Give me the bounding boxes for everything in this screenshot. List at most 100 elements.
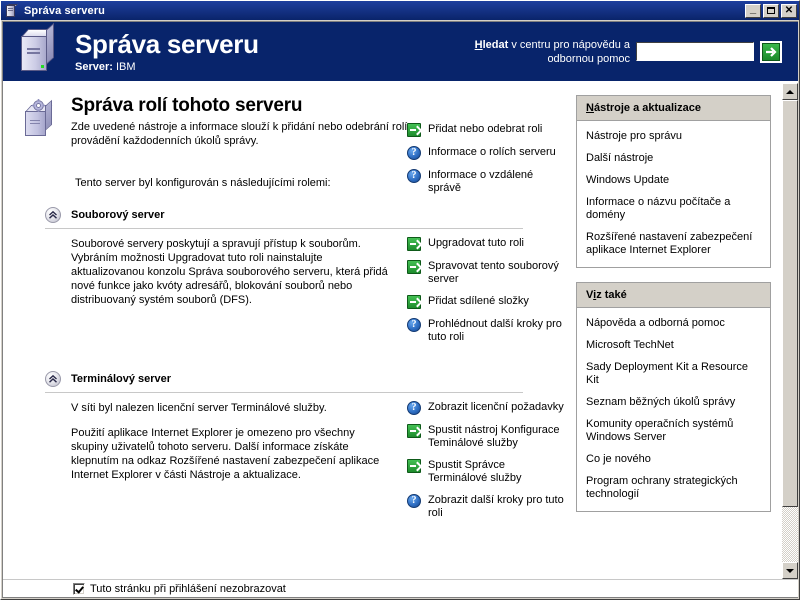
sidebar-link-help-and-support[interactable]: Nápověda a odborná pomoc [586,317,761,330]
panel-title-rest: ástroje a aktualizace [593,102,701,114]
panel-links: Nápověda a odborná pomoc Microsoft TechN… [577,308,770,511]
green-arrow-icon [407,237,421,251]
panel-title-rest: z také [596,289,627,301]
link-add-shared-folders[interactable]: Přidat sdílené složky [407,295,567,309]
window-server-icon [4,3,20,18]
sidebar-link-windows-server-communities[interactable]: Komunity operačních systémů Windows Serv… [586,418,761,444]
hide-page-at-logon-checkbox[interactable] [73,582,85,595]
role-links: Upgradovat tuto roli Spravovat tento sou… [407,237,567,353]
scroll-up-button[interactable] [782,83,798,100]
link-label[interactable]: Spustit nástroj Konfigurace Teminálové s… [428,424,567,450]
window-controls: _ ✕ [745,3,797,18]
search-accel-letter: H [474,38,483,51]
sidebar-link-windows-update[interactable]: Windows Update [586,174,761,187]
link-label[interactable]: Spustit Správce Terminálové služby [428,459,567,485]
link-upgrade-role[interactable]: Upgradovat tuto roli [407,237,567,251]
page-content: Správa rolí tohoto serveru Zde uvedené n… [3,83,781,579]
scroll-down-button[interactable] [782,562,798,579]
green-arrow-icon [762,42,780,61]
link-label[interactable]: Přidat nebo odebrat roli [428,123,542,136]
page-top-links: Přidat nebo odebrat roli ? Informace o r… [407,123,567,204]
page-title: Správa rolí tohoto serveru [71,95,303,116]
banner-titles: Správa serveru Server: IBM [75,30,259,74]
sidebar-link-ie-enhanced-security[interactable]: Rozšířené nastavení zabezpečení aplikace… [586,231,761,257]
link-label[interactable]: Spravovat tento souborový server [428,260,567,286]
link-terminal-services-configuration[interactable]: Spustit nástroj Konfigurace Teminálové s… [407,424,567,450]
arrow-down-icon [786,568,794,573]
sidebar-link-strategic-technology-protection[interactable]: Program ochrany strategických technologi… [586,475,761,501]
link-label[interactable]: Upgradovat tuto roli [428,237,524,250]
green-arrow-icon [407,424,421,438]
window-titlebar: Správa serveru _ ✕ [1,1,799,20]
close-icon: ✕ [784,4,794,16]
banner-title: Správa serveru [75,28,259,59]
search-label-rest: v centru pro nápovědu a odbornou pomoc [508,38,630,65]
hide-page-at-logon-label[interactable]: Tuto stránku při přihlášení nezobrazovat [90,583,286,595]
panel-title: Nástroje a aktualizace [577,96,770,121]
role-title: Souborový server [71,209,165,221]
link-terminal-services-manager[interactable]: Spustit Správce Terminálové služby [407,459,567,485]
link-label[interactable]: Zobrazit další kroky pro tuto roli [428,494,567,520]
sidebar-link-computer-name-domain[interactable]: Informace o názvu počítače a domény [586,196,761,222]
sidebar-link-deployment-resource-kits[interactable]: Sady Deployment Kit a Resource Kit [586,361,761,387]
link-label[interactable]: Přidat sdílené složky [428,295,529,308]
sidebar-link-admin-tools[interactable]: Nástroje pro správu [586,130,761,143]
sidebar-link-technet[interactable]: Microsoft TechNet [586,339,761,352]
banner-server-line: Server: IBM [75,60,259,74]
sidebar-link-common-admin-tasks[interactable]: Seznam běžných úkolů správy [586,396,761,409]
vertical-scrollbar[interactable] [781,83,798,579]
role-section-terminal-server: Terminálový server V síti byl nalezen li… [3,371,568,529]
scroll-region: Správa rolí tohoto serveru Zde uvedené n… [3,83,798,579]
role-paragraph: Použití aplikace Internet Explorer je om… [71,427,380,481]
panel-links: Nástroje pro správu Další nástroje Windo… [577,121,770,267]
window-title: Správa serveru [24,4,105,17]
chevron-double-up-icon[interactable] [45,371,61,387]
role-description: Souborové servery poskytují a spravují p… [71,237,389,353]
link-server-roles-info[interactable]: ? Informace o rolích serveru [407,146,567,160]
role-description: V síti byl nalezen licenční server Termi… [71,401,389,529]
role-links: ? Zobrazit licenční požadavky Spustit ná… [407,401,567,529]
link-review-next-steps-file[interactable]: ? Prohlédnout další kroky pro tuto roli [407,318,567,344]
server-gear-icon [19,97,65,143]
role-paragraph: V síti byl nalezen licenční server Termi… [71,402,327,414]
link-label[interactable]: Informace o vzdálené správě [428,169,567,195]
scrollbar-thumb[interactable] [782,100,798,507]
minimize-button[interactable]: _ [745,3,761,18]
window-client-area: Správa serveru Server: IBM Hledat v cent… [2,21,798,598]
link-view-licensing-requirements[interactable]: ? Zobrazit licenční požadavky [407,401,567,415]
help-question-icon: ? [407,494,421,508]
panel-accel-letter: N [586,102,594,114]
sidebar-link-more-tools[interactable]: Další nástroje [586,152,761,165]
role-section-file-server: Souborový server Souborové servery posky… [3,207,568,353]
link-label[interactable]: Prohlédnout další kroky pro tuto roli [428,318,567,344]
link-label[interactable]: Informace o rolích serveru [428,146,556,159]
role-title: Terminálový server [71,373,172,385]
link-manage-file-server[interactable]: Spravovat tento souborový server [407,260,567,286]
page-banner: Správa serveru Server: IBM Hledat v cent… [3,22,798,83]
search-go-button[interactable] [760,40,782,63]
link-remote-admin-info[interactable]: ? Informace o vzdálené správě [407,169,567,195]
help-search-area: Hledat v centru pro nápovědu a odbornou … [455,38,782,66]
link-add-remove-role[interactable]: Přidat nebo odebrat roli [407,123,567,137]
help-question-icon: ? [407,318,421,332]
close-button[interactable]: ✕ [781,3,797,18]
help-question-icon: ? [407,169,421,183]
main-column: Správa rolí tohoto serveru Zde uvedené n… [3,83,568,529]
search-input[interactable] [636,42,754,61]
sidebar-link-whats-new[interactable]: Co je nového [586,453,761,466]
role-divider [45,392,523,393]
server-tower-icon [13,22,69,80]
panel-see-also: Viz také Nápověda a odborná pomoc Micros… [576,282,771,512]
link-label[interactable]: Zobrazit licenční požadavky [428,401,564,414]
chevron-double-up-icon[interactable] [45,207,61,223]
link-review-next-steps-terminal[interactable]: ? Zobrazit další kroky pro tuto roli [407,494,567,520]
help-question-icon: ? [407,146,421,160]
footer-bar: Tuto stránku při přihlášení nezobrazovat [3,579,798,597]
sidebar-column: Nástroje a aktualizace Nástroje pro sprá… [568,83,781,526]
arrow-up-icon [786,89,794,94]
panel-tools-and-updates: Nástroje a aktualizace Nástroje pro sprá… [576,95,771,268]
scrollbar-track[interactable] [782,100,798,562]
role-header: Souborový server [45,207,568,223]
server-label: Server: [75,60,113,73]
maximize-button[interactable] [763,3,779,18]
